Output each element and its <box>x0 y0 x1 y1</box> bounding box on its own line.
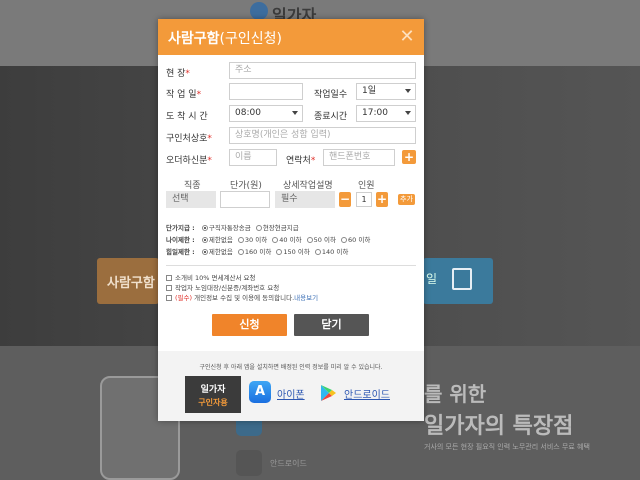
brand-name: 일가자 <box>200 385 226 395</box>
modal-header: 사람구함(구인신청) ✕ <box>158 19 424 55</box>
pay-method-group: 단가지급 : 구직자통장송금 현장현금지급 <box>166 224 299 232</box>
age-limit-group: 나이제한 : 제한없음 30 이하 40 이하 50 이하 60 이하 <box>166 236 371 244</box>
start-date-input[interactable] <box>229 83 303 100</box>
chevron-down-icon <box>292 111 298 115</box>
age-option-3[interactable] <box>306 237 313 243</box>
age-option-2[interactable] <box>272 237 279 243</box>
job-request-modal: 사람구함(구인신청) ✕ 현 장* 주소 작 업 일* 작업일수 1일 도 착 … <box>158 19 424 421</box>
appstore-icon[interactable]: A <box>249 381 271 403</box>
increment-button[interactable]: + <box>376 192 388 207</box>
android-download-link[interactable]: 안드로이드 <box>344 386 390 401</box>
col-price: 단가(원) <box>230 181 262 191</box>
bg-playstore-icon <box>236 450 262 476</box>
site-address-input[interactable]: 주소 <box>229 62 416 79</box>
company-name-input[interactable]: 상호명(개인은 성함 입력) <box>229 127 416 144</box>
headcount-value[interactable]: 1 <box>356 192 372 207</box>
worker-docs-checkbox-row[interactable]: 작업자 노임대장/신분증/계좌번호 요청 <box>166 283 279 293</box>
bg-logo-icon <box>250 2 268 20</box>
col-description: 상세작업설명 <box>283 181 333 191</box>
job-type-select[interactable]: 선택 <box>166 191 216 208</box>
arrival-time-label: 도 착 시 간 <box>166 112 208 122</box>
contact-name-input[interactable]: 이름 <box>229 149 277 166</box>
close-button[interactable]: 닫기 <box>294 314 369 336</box>
tax-invoice-checkbox[interactable] <box>166 275 172 281</box>
col-headcount: 인원 <box>358 181 375 191</box>
description-input[interactable]: 필수 <box>275 191 335 208</box>
add-job-button[interactable]: 추가 <box>398 194 415 205</box>
work-days-select[interactable]: 1일 <box>356 83 416 100</box>
tax-invoice-checkbox-row[interactable]: 소개비 10% 면세계산서 요청 <box>166 273 255 283</box>
modal-title-sub: (구인신청) <box>219 31 282 47</box>
privacy-consent-checkbox[interactable] <box>166 295 172 301</box>
apply-button[interactable]: 신청 <box>212 314 287 336</box>
work-days-label: 작업일수 <box>314 90 348 100</box>
worker-docs-checkbox[interactable] <box>166 285 172 291</box>
end-time-select[interactable]: 17:00 <box>356 105 416 122</box>
pay-option-0[interactable] <box>201 225 208 231</box>
pay-option-1[interactable] <box>255 225 262 231</box>
close-icon[interactable]: ✕ <box>398 28 416 46</box>
bg-title-line1: 를 위한 <box>424 382 487 406</box>
age-option-0[interactable] <box>201 237 208 243</box>
end-time-label: 종료시간 <box>314 112 348 122</box>
price-input[interactable] <box>220 191 270 208</box>
app-install-note: 구인신청 후 아래 앱을 설치하면 배정된 인력 정보를 미리 알 수 있습니다… <box>199 364 383 371</box>
weight-option-1[interactable] <box>237 249 244 255</box>
start-date-label: 작 업 일* <box>166 90 202 100</box>
bg-document-icon <box>452 268 472 290</box>
age-option-4[interactable] <box>341 237 348 243</box>
playstore-icon[interactable] <box>318 383 338 403</box>
brand-subtitle: 구인자용 <box>198 398 228 407</box>
weight-limit-group: 힘일제한 : 제한없음 160 이하 150 이하 140 이하 <box>166 248 349 256</box>
iphone-download-link[interactable]: 아이폰 <box>277 386 305 401</box>
arrival-time-select[interactable]: 08:00 <box>229 105 303 122</box>
privacy-consent-checkbox-row[interactable]: (필수) 개인정보 수집 및 이용에 동의합니다.내용보기 <box>166 293 318 303</box>
weight-option-2[interactable] <box>276 249 283 255</box>
bg-android-text: 안드로이드 <box>270 459 307 468</box>
add-contact-button[interactable]: + <box>402 150 416 164</box>
weight-option-3[interactable] <box>314 249 321 255</box>
bg-title-line2: 일가자의 특장점 <box>424 414 574 439</box>
company-label: 구인처상호* <box>166 134 212 144</box>
bg-find-people-button: 사람구함 <box>97 258 159 304</box>
divider <box>166 265 416 266</box>
decrement-button[interactable]: − <box>339 192 351 207</box>
chevron-down-icon <box>405 89 411 93</box>
app-download-footer: 구인신청 후 아래 앱을 설치하면 배정된 인력 정보를 미리 알 수 있습니다… <box>158 351 424 421</box>
phone-input[interactable]: 핸드폰번호 <box>323 149 395 166</box>
contact-person-label: 오더하신분* <box>166 156 212 166</box>
phone-label: 연락처* <box>286 156 316 166</box>
weight-option-0[interactable] <box>201 249 208 255</box>
site-label: 현 장* <box>166 69 190 79</box>
bg-find-work-label: 일 <box>426 272 438 286</box>
modal-title: 사람구함(구인신청) <box>168 28 282 48</box>
bg-subtitle: 거사의 모든 현장 필요직 인력 노무관리 서비스 무료 혜택 <box>424 443 590 451</box>
modal-title-main: 사람구함 <box>168 31 220 47</box>
age-option-1[interactable] <box>237 237 244 243</box>
brand-logo-box: 일가자 구인자용 <box>185 376 241 413</box>
view-terms-link[interactable]: 내용보기 <box>294 294 318 302</box>
col-job-type: 직종 <box>184 181 201 191</box>
chevron-down-icon <box>405 111 411 115</box>
